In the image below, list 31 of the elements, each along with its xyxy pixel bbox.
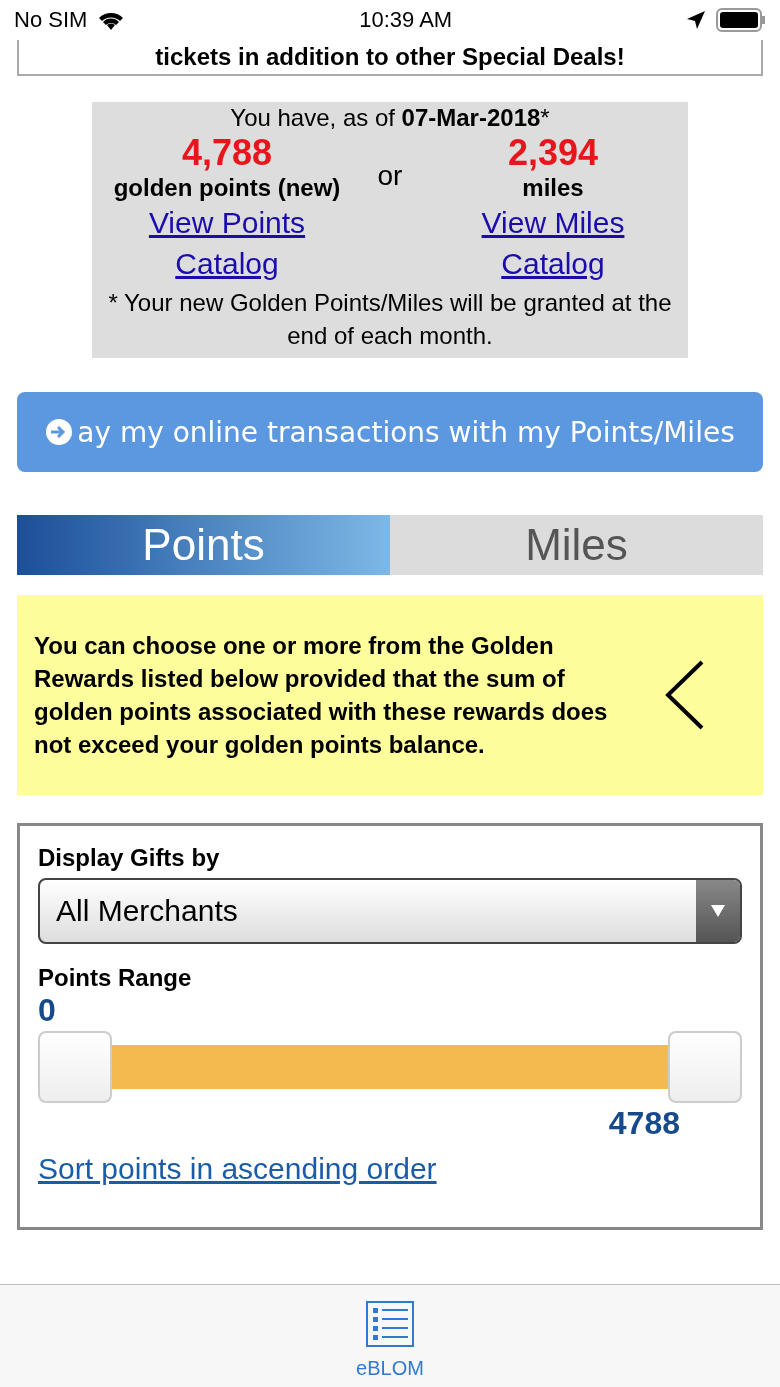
miles-unit: miles — [522, 174, 584, 202]
range-min: 0 — [38, 992, 56, 1029]
chevron-left-icon[interactable] — [664, 660, 704, 730]
balance-note: * Your new Golden Points/Miles will be granted at the end of each month. — [107, 288, 673, 351]
range-label: Points Range — [38, 964, 193, 992]
tab[interactable]: Miles — [390, 515, 763, 575]
points-unit: golden points (new) — [113, 174, 341, 202]
sort-link[interactable]: Sort points in ascending order — [38, 1152, 742, 1186]
slider-handle[interactable] — [38, 1031, 112, 1103]
miles-catalog-link[interactable]: View Miles Catalog — [468, 202, 638, 284]
location-arrow-icon — [686, 10, 706, 30]
balance-date: You have, as of 07-Mar-2018* — [230, 104, 550, 132]
list-icon — [366, 1301, 414, 1347]
battery-icon — [716, 8, 766, 32]
merchant-select[interactable]: All Merchants — [38, 878, 742, 944]
info-text: You can choose one or more from the Golden Rewards listed below provided that the sum of golden points associated with these rewards does not exceed your golden points balance. — [34, 631, 609, 760]
wifi-icon — [97, 10, 126, 30]
tab[interactable]: Points — [17, 515, 390, 575]
range-max: 4788 — [608, 1105, 680, 1142]
dropdown-caret-icon — [711, 905, 725, 917]
points-catalog-link[interactable]: View Points Catalog — [137, 202, 317, 284]
arrow-circle-icon — [45, 418, 74, 446]
slider-handle[interactable] — [668, 1031, 742, 1103]
display-label: Display Gifts by — [38, 844, 221, 872]
points-value: 4,788 — [181, 132, 273, 174]
or-label: or — [377, 160, 403, 192]
carrier-label: No SIM — [14, 7, 88, 33]
tab-bar-item[interactable]: eBLOM — [350, 1285, 430, 1387]
miles-value: 2,394 — [507, 132, 599, 174]
clock: 10:39 AM — [359, 7, 453, 33]
banner-text: tickets in addition to other Special Deals! — [155, 43, 625, 71]
